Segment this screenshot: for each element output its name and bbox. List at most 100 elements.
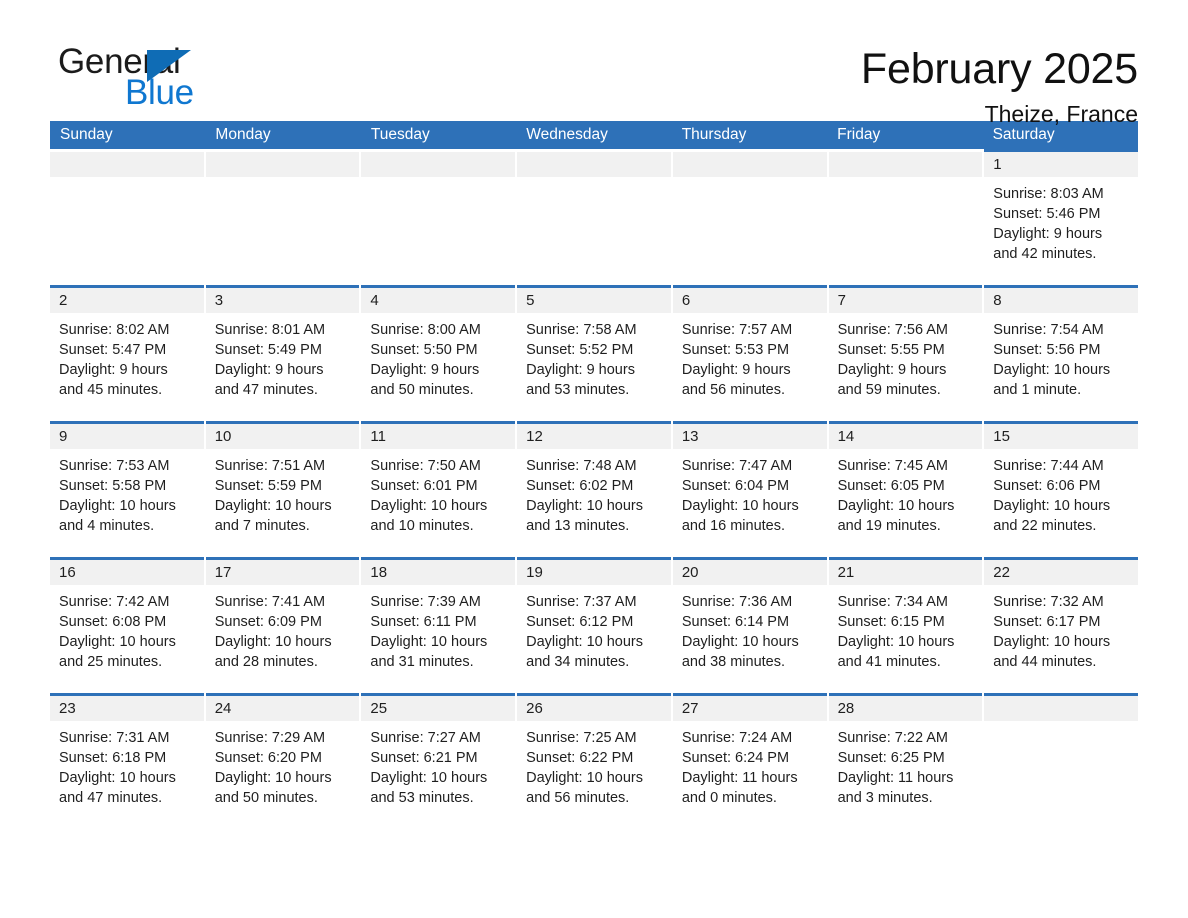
calendar-day-cell[interactable]: 11 Sunrise: 7:50 AM Sunset: 6:01 PM Dayligh… bbox=[361, 421, 516, 556]
daylight-text-line1: Daylight: 10 hours bbox=[526, 498, 644, 514]
day-number bbox=[828, 152, 983, 177]
sunset-text: Sunset: 6:12 PM bbox=[526, 614, 634, 630]
sunset-text: Sunset: 6:02 PM bbox=[526, 478, 634, 494]
calendar-page: General Blue February 2025 Theize, Franc… bbox=[0, 0, 1188, 918]
daylight-text-line2: and 3 minutes. bbox=[837, 790, 933, 806]
calendar-day-cell[interactable]: 6 Sunrise: 7:57 AM Sunset: 5:53 PM Daylight… bbox=[672, 285, 827, 420]
calendar-day-cell[interactable]: 16 Sunrise: 7:42 AM Sunset: 6:08 PM Dayligh… bbox=[50, 557, 204, 692]
calendar-day-cell[interactable]: 12 Sunrise: 7:48 AM Sunset: 6:02 PM Dayligh… bbox=[517, 421, 671, 556]
calendar-day-cell[interactable]: 14 Sunrise: 7:45 AM Sunset: 6:05 PM Dayligh… bbox=[828, 421, 983, 556]
sunrise-text: Sunrise: 7:48 AM bbox=[526, 458, 637, 474]
daylight-text-line2: and 16 minutes. bbox=[681, 518, 786, 534]
day-number: 16 bbox=[50, 560, 204, 585]
weekday-header-monday: Monday bbox=[215, 126, 271, 143]
day-number: 28 bbox=[828, 696, 983, 721]
sunrise-text: Sunrise: 7:47 AM bbox=[681, 458, 793, 474]
daylight-text-line2: and 47 minutes. bbox=[214, 382, 318, 398]
daylight-text-line1: Daylight: 10 hours bbox=[59, 634, 176, 650]
day-number: 12 bbox=[517, 424, 671, 449]
day-number: 24 bbox=[205, 696, 360, 721]
sunrise-text: Sunrise: 7:42 AM bbox=[59, 594, 170, 610]
calendar-grid: Sunday Monday Tuesday Wednesday Thursday… bbox=[50, 121, 1138, 828]
sunset-text: Sunset: 6:14 PM bbox=[681, 614, 790, 630]
day-sun-info: Sunrise: 7:32 AM Sunset: 6:17 PM Daylight:… bbox=[984, 585, 1138, 672]
day-sun-info: Sunrise: 7:56 AM Sunset: 5:55 PM Daylight:… bbox=[829, 313, 983, 400]
day-sun-info: Sunrise: 7:51 AM Sunset: 5:59 PM Daylight:… bbox=[206, 449, 360, 536]
daylight-text-line1: Daylight: 11 hours bbox=[681, 770, 798, 786]
calendar-day-cell[interactable]: 26 Sunrise: 7:25 AM Sunset: 6:22 PM Dayligh… bbox=[517, 693, 671, 828]
daylight-text-line1: Daylight: 10 hours bbox=[59, 498, 176, 514]
calendar-day-cell[interactable]: 10 Sunrise: 7:51 AM Sunset: 5:59 PM Dayligh… bbox=[205, 421, 360, 556]
calendar-day-cell[interactable]: 25 Sunrise: 7:27 AM Sunset: 6:21 PM Dayligh… bbox=[361, 693, 516, 828]
day-sun-info: Sunrise: 7:47 AM Sunset: 6:04 PM Daylight:… bbox=[673, 449, 827, 536]
calendar-day-cell-empty bbox=[672, 149, 827, 284]
daylight-text-line2: and 56 minutes. bbox=[681, 382, 786, 398]
calendar-day-cell[interactable]: 18 Sunrise: 7:39 AM Sunset: 6:11 PM Dayligh… bbox=[361, 557, 516, 692]
calendar-day-cell-empty bbox=[361, 149, 516, 284]
calendar-weeks: 1 Sunrise: 8:03 AM Sunset: 5:46 PM Daylight… bbox=[50, 149, 1138, 828]
sunset-text: Sunset: 6:11 PM bbox=[370, 614, 477, 630]
sunset-text: Sunset: 5:52 PM bbox=[526, 342, 634, 358]
daylight-text-line1: Daylight: 10 hours bbox=[370, 498, 488, 514]
calendar-day-cell[interactable]: 2 Sunrise: 8:02 AM Sunset: 5:47 PM Daylight… bbox=[50, 285, 204, 420]
day-number: 19 bbox=[517, 560, 671, 585]
day-number: 25 bbox=[361, 696, 516, 721]
day-sun-info: Sunrise: 7:58 AM Sunset: 5:52 PM Daylight:… bbox=[517, 313, 671, 400]
calendar-day-cell[interactable]: 17 Sunrise: 7:41 AM Sunset: 6:09 PM Dayligh… bbox=[205, 557, 360, 692]
calendar-day-cell[interactable]: 15 Sunrise: 7:44 AM Sunset: 6:06 PM Dayligh… bbox=[984, 421, 1138, 556]
day-sun-info: Sunrise: 8:01 AM Sunset: 5:49 PM Daylight:… bbox=[206, 313, 360, 400]
daylight-text-line1: Daylight: 10 hours bbox=[526, 770, 644, 786]
sunrise-text: Sunrise: 7:41 AM bbox=[214, 594, 326, 610]
logo-text-blue: Blue bbox=[125, 73, 194, 112]
day-number: 7 bbox=[828, 288, 983, 313]
sunrise-text: Sunrise: 7:37 AM bbox=[526, 594, 637, 610]
day-number: 15 bbox=[984, 424, 1138, 449]
weekday-header-wednesday: Wednesday bbox=[526, 126, 608, 143]
daylight-text-line1: Daylight: 10 hours bbox=[837, 498, 955, 514]
calendar-week-row: 2 Sunrise: 8:02 AM Sunset: 5:47 PM Daylight… bbox=[50, 285, 1138, 420]
day-number: 5 bbox=[517, 288, 671, 313]
sunset-text: Sunset: 5:49 PM bbox=[214, 342, 322, 358]
day-number: 10 bbox=[205, 424, 360, 449]
calendar-day-cell[interactable]: 23 Sunrise: 7:31 AM Sunset: 6:18 PM Dayligh… bbox=[50, 693, 204, 828]
daylight-text-line2: and 31 minutes. bbox=[370, 654, 474, 670]
calendar-day-cell[interactable]: 22 Sunrise: 7:32 AM Sunset: 6:17 PM Dayligh… bbox=[984, 557, 1138, 692]
day-number bbox=[205, 152, 360, 177]
day-sun-info: Sunrise: 7:53 AM Sunset: 5:58 PM Daylight:… bbox=[50, 449, 204, 536]
calendar-day-cell[interactable]: 7 Sunrise: 7:56 AM Sunset: 5:55 PM Daylight… bbox=[828, 285, 983, 420]
calendar-day-cell[interactable]: 1 Sunrise: 8:03 AM Sunset: 5:46 PM Daylight… bbox=[984, 149, 1138, 284]
daylight-text-line1: Daylight: 9 hours bbox=[837, 362, 947, 378]
daylight-text-line2: and 50 minutes. bbox=[214, 790, 318, 806]
day-sun-info: Sunrise: 8:00 AM Sunset: 5:50 PM Daylight:… bbox=[361, 313, 515, 400]
calendar-day-cell[interactable]: 20 Sunrise: 7:36 AM Sunset: 6:14 PM Dayligh… bbox=[672, 557, 827, 692]
sunrise-text: Sunrise: 7:32 AM bbox=[993, 594, 1104, 610]
calendar-day-cell[interactable]: 24 Sunrise: 7:29 AM Sunset: 6:20 PM Dayligh… bbox=[205, 693, 360, 828]
day-number: 3 bbox=[205, 288, 360, 313]
calendar-day-cell[interactable]: 9 Sunrise: 7:53 AM Sunset: 5:58 PM Daylight… bbox=[50, 421, 204, 556]
daylight-text-line2: and 1 minute. bbox=[993, 382, 1082, 398]
day-sun-info: Sunrise: 7:39 AM Sunset: 6:11 PM Daylight:… bbox=[361, 585, 515, 672]
sunrise-text: Sunrise: 7:36 AM bbox=[681, 594, 793, 610]
sunrise-text: Sunrise: 8:00 AM bbox=[370, 322, 481, 338]
sunrise-text: Sunrise: 7:27 AM bbox=[370, 730, 481, 746]
sunset-text: Sunset: 6:01 PM bbox=[370, 478, 478, 494]
calendar-day-cell[interactable]: 13 Sunrise: 7:47 AM Sunset: 6:04 PM Dayligh… bbox=[672, 421, 827, 556]
sunset-text: Sunset: 6:04 PM bbox=[681, 478, 790, 494]
daylight-text-line2: and 41 minutes. bbox=[837, 654, 941, 670]
calendar-day-cell[interactable]: 27 Sunrise: 7:24 AM Sunset: 6:24 PM Dayligh… bbox=[672, 693, 827, 828]
calendar-day-cell[interactable]: 19 Sunrise: 7:37 AM Sunset: 6:12 PM Dayligh… bbox=[517, 557, 671, 692]
calendar-day-cell[interactable]: 21 Sunrise: 7:34 AM Sunset: 6:15 PM Dayligh… bbox=[828, 557, 983, 692]
daylight-text-line1: Daylight: 10 hours bbox=[993, 634, 1111, 650]
calendar-day-cell-empty bbox=[984, 693, 1138, 828]
sunrise-text: Sunrise: 7:44 AM bbox=[993, 458, 1104, 474]
day-number: 11 bbox=[361, 424, 516, 449]
day-sun-info: Sunrise: 7:45 AM Sunset: 6:05 PM Daylight:… bbox=[829, 449, 983, 536]
sunset-text: Sunset: 5:53 PM bbox=[681, 342, 790, 358]
day-sun-info: Sunrise: 7:57 AM Sunset: 5:53 PM Daylight:… bbox=[673, 313, 827, 400]
calendar-day-cell[interactable]: 4 Sunrise: 8:00 AM Sunset: 5:50 PM Daylight… bbox=[361, 285, 516, 420]
calendar-day-cell[interactable]: 28 Sunrise: 7:22 AM Sunset: 6:25 PM Dayligh… bbox=[828, 693, 983, 828]
calendar-day-cell[interactable]: 8 Sunrise: 7:54 AM Sunset: 5:56 PM Daylight… bbox=[984, 285, 1138, 420]
calendar-day-cell[interactable]: 5 Sunrise: 7:58 AM Sunset: 5:52 PM Daylight… bbox=[517, 285, 671, 420]
day-number: 4 bbox=[361, 288, 516, 313]
calendar-day-cell[interactable]: 3 Sunrise: 8:01 AM Sunset: 5:49 PM Daylight… bbox=[205, 285, 360, 420]
